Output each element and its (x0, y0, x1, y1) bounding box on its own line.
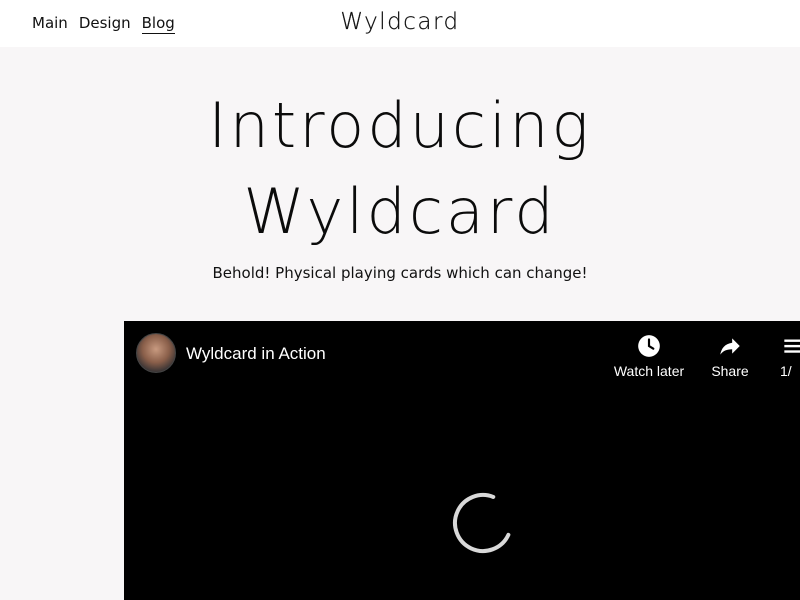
hero-subtitle: Behold! Physical playing cards which can… (212, 264, 588, 282)
playlist-position: 1/ (780, 363, 792, 379)
clock-icon (604, 333, 694, 359)
watch-later-button[interactable]: Watch later (604, 333, 694, 379)
share-button[interactable]: Share (700, 333, 760, 379)
share-label: Share (711, 363, 749, 379)
playlist-icon (780, 333, 800, 359)
site-logo[interactable]: Wyldcard (0, 9, 800, 35)
video-player[interactable]: Wyldcard in Action Watch later Share 1/ (124, 321, 800, 600)
loading-spinner-icon (453, 493, 513, 553)
watch-later-label: Watch later (613, 363, 685, 379)
video-title[interactable]: Wyldcard in Action (186, 344, 326, 364)
share-arrow-icon (700, 333, 760, 359)
hero-title-line-1: Introducing (208, 89, 592, 162)
top-navigation-bar: Main Design Blog Wyldcard (0, 0, 800, 47)
playlist-button[interactable]: 1/ (780, 333, 800, 379)
hero-title-line-2: Wyldcard (243, 175, 557, 248)
channel-avatar[interactable] (136, 333, 176, 373)
